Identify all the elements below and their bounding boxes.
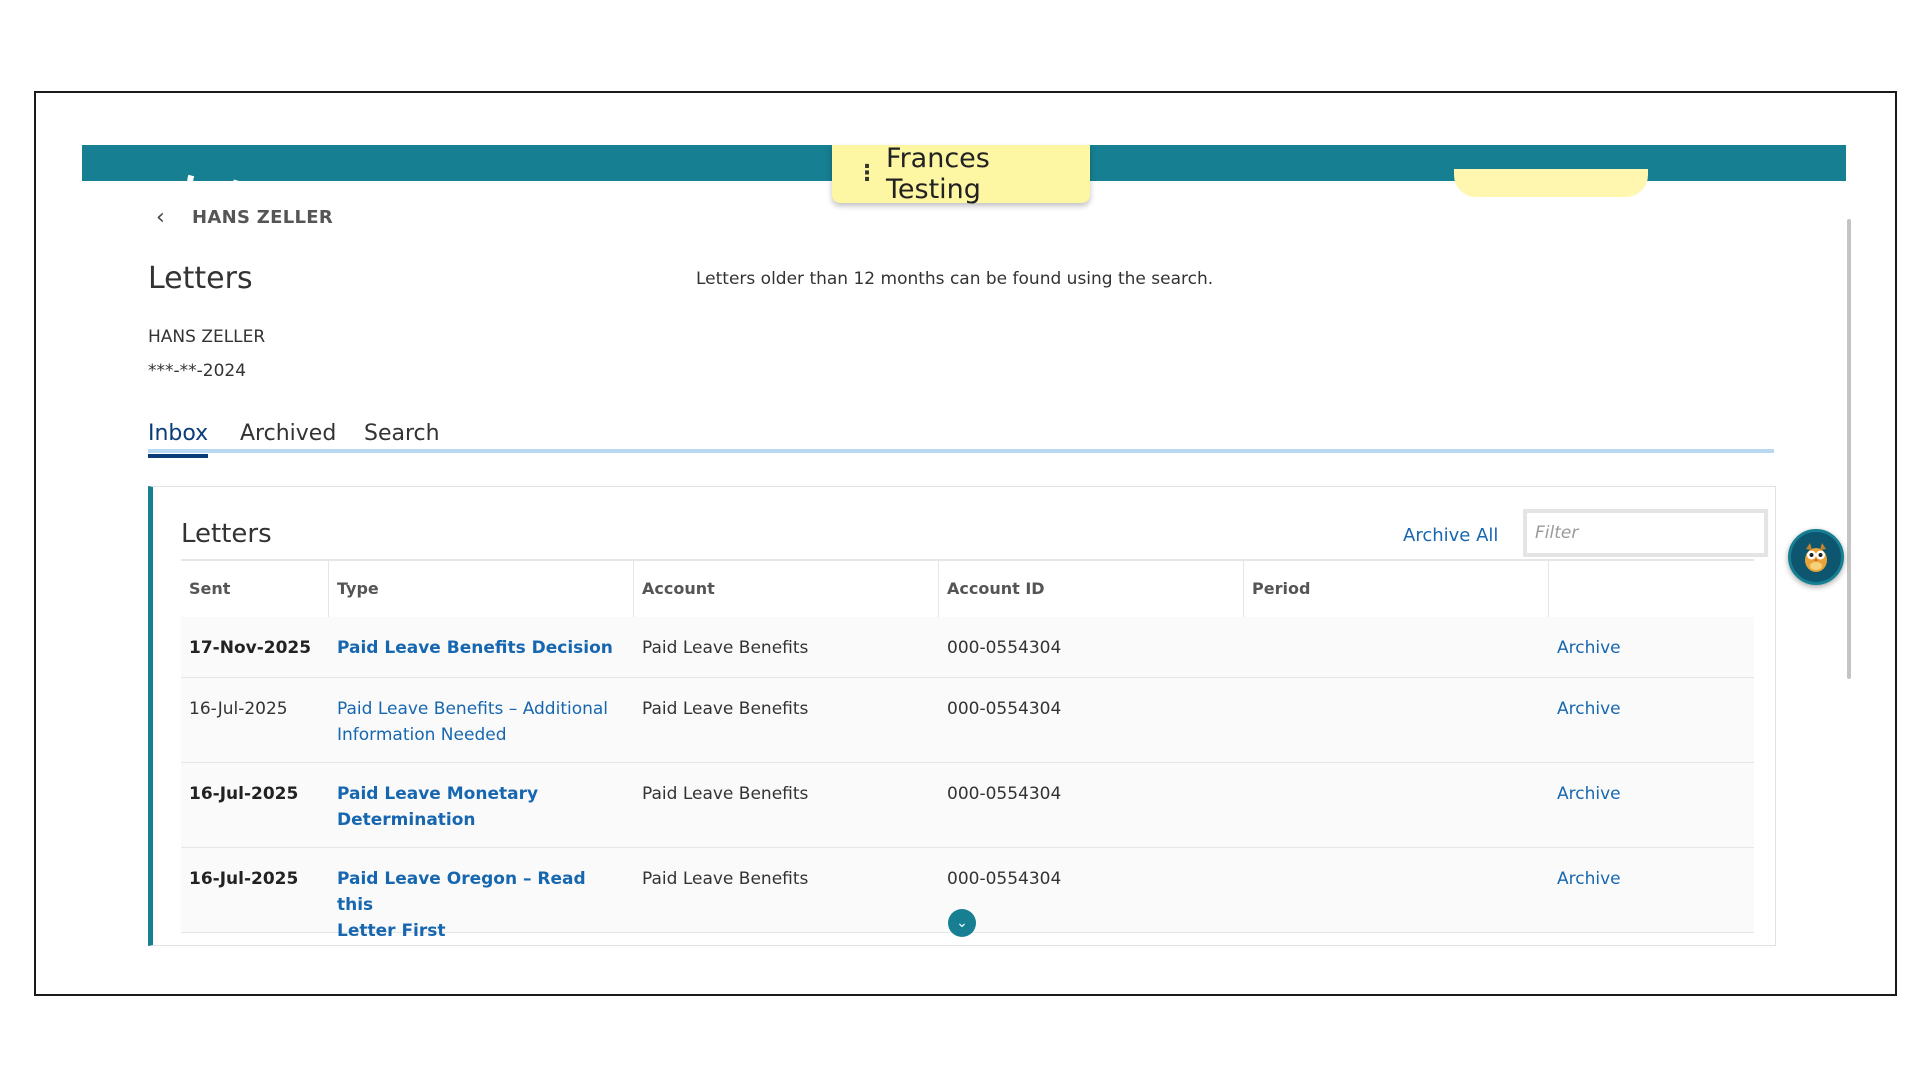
page-title: Letters <box>148 261 253 296</box>
account-id: 000-0554304 <box>947 699 1062 719</box>
table-row[interactable]: 16-Jul-2025 Paid Leave Monetary Determina… <box>181 763 1754 848</box>
column-header-account-id[interactable]: Account ID <box>939 561 1244 617</box>
tab-search[interactable]: Search <box>364 421 440 454</box>
tab-archived[interactable]: Archived <box>240 421 336 454</box>
owl-icon-graphic <box>1805 543 1827 572</box>
page-scrollbar[interactable] <box>1847 219 1851 679</box>
letters-card: Letters Archive All Sent Type Account Ac… <box>148 486 1776 946</box>
card-title: Letters <box>181 519 272 549</box>
app-window: ⋮ Frances Testing ‹ HANS ZELLER Letters … <box>34 91 1897 996</box>
back-label: HANS ZELLER <box>192 207 334 228</box>
letters-tabs: Inbox Archived Search <box>148 421 1774 458</box>
column-header-type[interactable]: Type <box>329 561 634 617</box>
table-row[interactable]: 16-Jul-2025 Paid Leave Benefits – Additi… <box>181 678 1754 763</box>
tab-inbox[interactable]: Inbox <box>148 421 209 458</box>
filter-input[interactable] <box>1523 509 1768 557</box>
account-id: 000-0554304 <box>947 638 1062 658</box>
letter-type-link[interactable]: Paid Leave Oregon – Read this Letter Firs… <box>337 869 586 941</box>
column-header-actions <box>1549 561 1754 617</box>
owl-icon[interactable] <box>1788 529 1844 585</box>
archive-link[interactable]: Archive <box>1557 699 1621 719</box>
table-header: Sent Type Account Account ID Period <box>181 559 1754 619</box>
sent-date: 16-Jul-2025 <box>189 699 288 719</box>
account-name: Paid Leave Benefits <box>642 784 809 804</box>
account-name: Paid Leave Benefits <box>642 869 809 889</box>
column-header-sent[interactable]: Sent <box>181 561 329 617</box>
back-link[interactable]: ‹ HANS ZELLER <box>156 205 333 230</box>
account-name: Paid Leave Benefits <box>642 638 809 658</box>
sent-date: 17-Nov-2025 <box>189 638 312 658</box>
letter-type-link[interactable]: Paid Leave Monetary Determination <box>337 784 538 830</box>
letter-type-link[interactable]: Paid Leave Benefits Decision <box>337 638 613 658</box>
column-header-account[interactable]: Account <box>634 561 939 617</box>
account-name: Paid Leave Benefits <box>642 699 809 719</box>
column-header-period[interactable]: Period <box>1244 561 1549 617</box>
letter-type-link[interactable]: Paid Leave Benefits – Additional Informat… <box>337 699 608 745</box>
tester-identity-tab[interactable]: ⋮ Frances Testing <box>832 143 1090 205</box>
archive-all-button[interactable]: Archive All <box>1403 525 1498 546</box>
kebab-menu-icon[interactable]: ⋮ <box>856 163 878 185</box>
table-row[interactable]: 17-Nov-2025 Paid Leave Benefits Decision… <box>181 617 1754 678</box>
account-id: 000-0554304 <box>947 869 1062 889</box>
search-notice: Letters older than 12 months can be foun… <box>696 269 1214 289</box>
archive-link[interactable]: Archive <box>1557 784 1621 804</box>
archive-link[interactable]: Archive <box>1557 638 1621 658</box>
sent-date: 16-Jul-2025 <box>189 869 299 889</box>
account-id: 000-0554304 <box>947 784 1062 804</box>
person-name: HANS ZELLER <box>148 327 266 347</box>
agency-logo <box>178 144 250 212</box>
chevron-down-icon[interactable]: ⌄ <box>948 909 976 937</box>
header-yellow-button[interactable] <box>1454 169 1648 197</box>
archive-link[interactable]: Archive <box>1557 869 1621 889</box>
sent-date: 16-Jul-2025 <box>189 784 299 804</box>
person-ssn: ***-**-2024 <box>148 361 247 381</box>
chevron-left-icon[interactable]: ‹ <box>156 205 176 230</box>
tester-name: Frances Testing <box>886 143 990 205</box>
